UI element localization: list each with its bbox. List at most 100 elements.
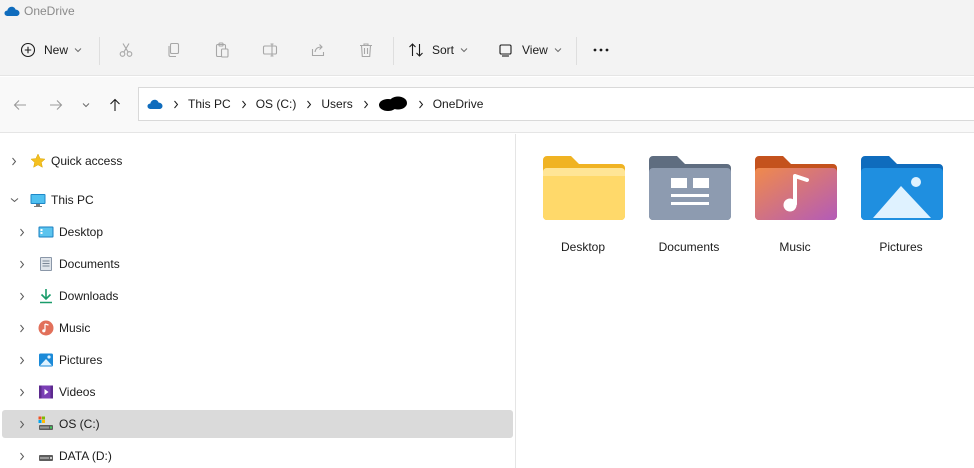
navigation-pane: Quick access This PC Desktop Documents D…	[0, 134, 516, 468]
nav-label: Music	[59, 321, 91, 335]
breadcrumb-chevron-icon[interactable]	[241, 100, 247, 109]
expand-chevron-icon[interactable]	[16, 450, 28, 462]
folder-tile-pictures[interactable]: Pictures	[851, 152, 951, 262]
nav-item-downloads[interactable]: Downloads	[2, 282, 513, 310]
new-button[interactable]: New	[20, 38, 82, 62]
expand-chevron-icon[interactable]	[16, 290, 28, 302]
arrow-up-icon	[110, 98, 120, 111]
folder-tile-documents[interactable]: Documents	[639, 152, 739, 262]
folder-label: Pictures	[879, 240, 923, 254]
file-view: Desktop Documents Music Pictures	[517, 134, 974, 468]
redaction-scribble	[378, 96, 407, 111]
view-label: View	[522, 43, 548, 57]
plus-circle-icon	[20, 42, 36, 58]
desktop-folder-icon	[543, 156, 625, 220]
drive-c-icon	[38, 416, 53, 430]
nav-label: Documents	[59, 257, 120, 271]
sort-label: Sort	[432, 43, 455, 57]
recent-locations-button[interactable]	[76, 95, 96, 115]
toolbar-separator	[393, 37, 394, 65]
up-button[interactable]	[105, 95, 125, 115]
breadcrumb-redacted-username[interactable]	[378, 96, 408, 112]
sort-button[interactable]: Sort	[408, 38, 468, 62]
folder-label: Music	[779, 240, 811, 254]
view-icon	[499, 44, 512, 57]
rename-button[interactable]	[262, 38, 278, 62]
drive-d-icon	[39, 455, 53, 461]
window-title: OneDrive	[24, 4, 75, 18]
nav-item-this-pc[interactable]: This PC	[2, 186, 513, 214]
folder-tile-desktop[interactable]: Desktop	[533, 152, 633, 262]
title-bar: OneDrive	[0, 0, 974, 24]
nav-label: This PC	[51, 193, 94, 207]
toolbar-separator	[576, 37, 577, 65]
arrow-left-icon	[13, 100, 26, 110]
collapse-chevron-icon[interactable]	[8, 194, 20, 206]
forward-button[interactable]	[46, 95, 66, 115]
nav-label: OS (C:)	[59, 417, 100, 431]
expand-chevron-icon[interactable]	[16, 354, 28, 366]
chevron-down-icon	[554, 48, 562, 53]
expand-chevron-icon[interactable]	[16, 258, 28, 270]
paste-button[interactable]	[214, 38, 230, 62]
nav-item-desktop[interactable]: Desktop	[2, 218, 513, 246]
desktop-icon	[38, 226, 54, 238]
share-button[interactable]	[310, 38, 326, 62]
more-options-button[interactable]	[592, 38, 610, 62]
pictures-icon	[39, 353, 53, 367]
address-bar[interactable]: This PC OS (C:) Users OneDrive	[138, 87, 974, 121]
nav-item-quick-access[interactable]: Quick access	[2, 147, 513, 175]
breadcrumb-chevron-icon[interactable]	[306, 100, 312, 109]
breadcrumb-os-c[interactable]: OS (C:)	[256, 97, 297, 111]
breadcrumb-users[interactable]: Users	[321, 97, 352, 111]
cut-icon	[119, 43, 133, 57]
nav-item-data-d[interactable]: DATA (D:)	[2, 442, 513, 468]
delete-button[interactable]	[358, 38, 374, 62]
nav-item-music[interactable]: Music	[2, 314, 513, 342]
more-icon	[593, 48, 609, 52]
nav-item-pictures[interactable]: Pictures	[2, 346, 513, 374]
expand-chevron-icon[interactable]	[16, 418, 28, 430]
breadcrumb-chevron-icon[interactable]	[363, 100, 369, 109]
folder-tile-music[interactable]: Music	[745, 152, 845, 262]
breadcrumb-this-pc[interactable]: This PC	[188, 97, 231, 111]
nav-label: Pictures	[59, 353, 103, 367]
cut-button[interactable]	[118, 38, 134, 62]
monitor-icon	[30, 194, 46, 207]
music-icon	[38, 320, 54, 336]
share-icon	[311, 44, 325, 57]
nav-label: Downloads	[59, 289, 119, 303]
delete-icon	[360, 43, 372, 58]
expand-chevron-icon[interactable]	[8, 155, 20, 167]
breadcrumb-chevron-icon[interactable]	[418, 100, 424, 109]
star-icon	[30, 153, 46, 168]
nav-label: Quick access	[51, 154, 123, 168]
folder-label: Documents	[658, 240, 720, 254]
onedrive-cloud-icon	[4, 6, 20, 16]
new-label: New	[44, 43, 69, 57]
copy-button[interactable]	[166, 38, 182, 62]
view-button[interactable]: View	[498, 38, 562, 62]
toolbar-separator	[99, 37, 100, 65]
folder-label: Desktop	[560, 240, 606, 254]
expand-chevron-icon[interactable]	[16, 386, 28, 398]
nav-item-os-c[interactable]: OS (C:)	[2, 410, 513, 438]
copy-icon	[168, 42, 180, 58]
back-button[interactable]	[10, 95, 30, 115]
download-icon	[40, 289, 52, 304]
nav-item-videos[interactable]: Videos	[2, 378, 513, 406]
expand-chevron-icon[interactable]	[16, 226, 28, 238]
chevron-down-icon	[74, 48, 82, 53]
documents-folder-icon	[649, 156, 731, 220]
onedrive-cloud-icon	[147, 99, 163, 109]
breadcrumb-chevron-icon[interactable]	[173, 100, 179, 109]
expand-chevron-icon[interactable]	[16, 322, 28, 334]
pictures-folder-icon	[861, 156, 943, 220]
arrow-right-icon	[50, 100, 63, 110]
chevron-down-icon	[460, 48, 468, 53]
nav-item-documents[interactable]: Documents	[2, 250, 513, 278]
rename-icon	[262, 43, 278, 57]
nav-label: Videos	[59, 385, 96, 399]
video-icon	[39, 385, 53, 399]
breadcrumb-onedrive[interactable]: OneDrive	[433, 97, 484, 111]
